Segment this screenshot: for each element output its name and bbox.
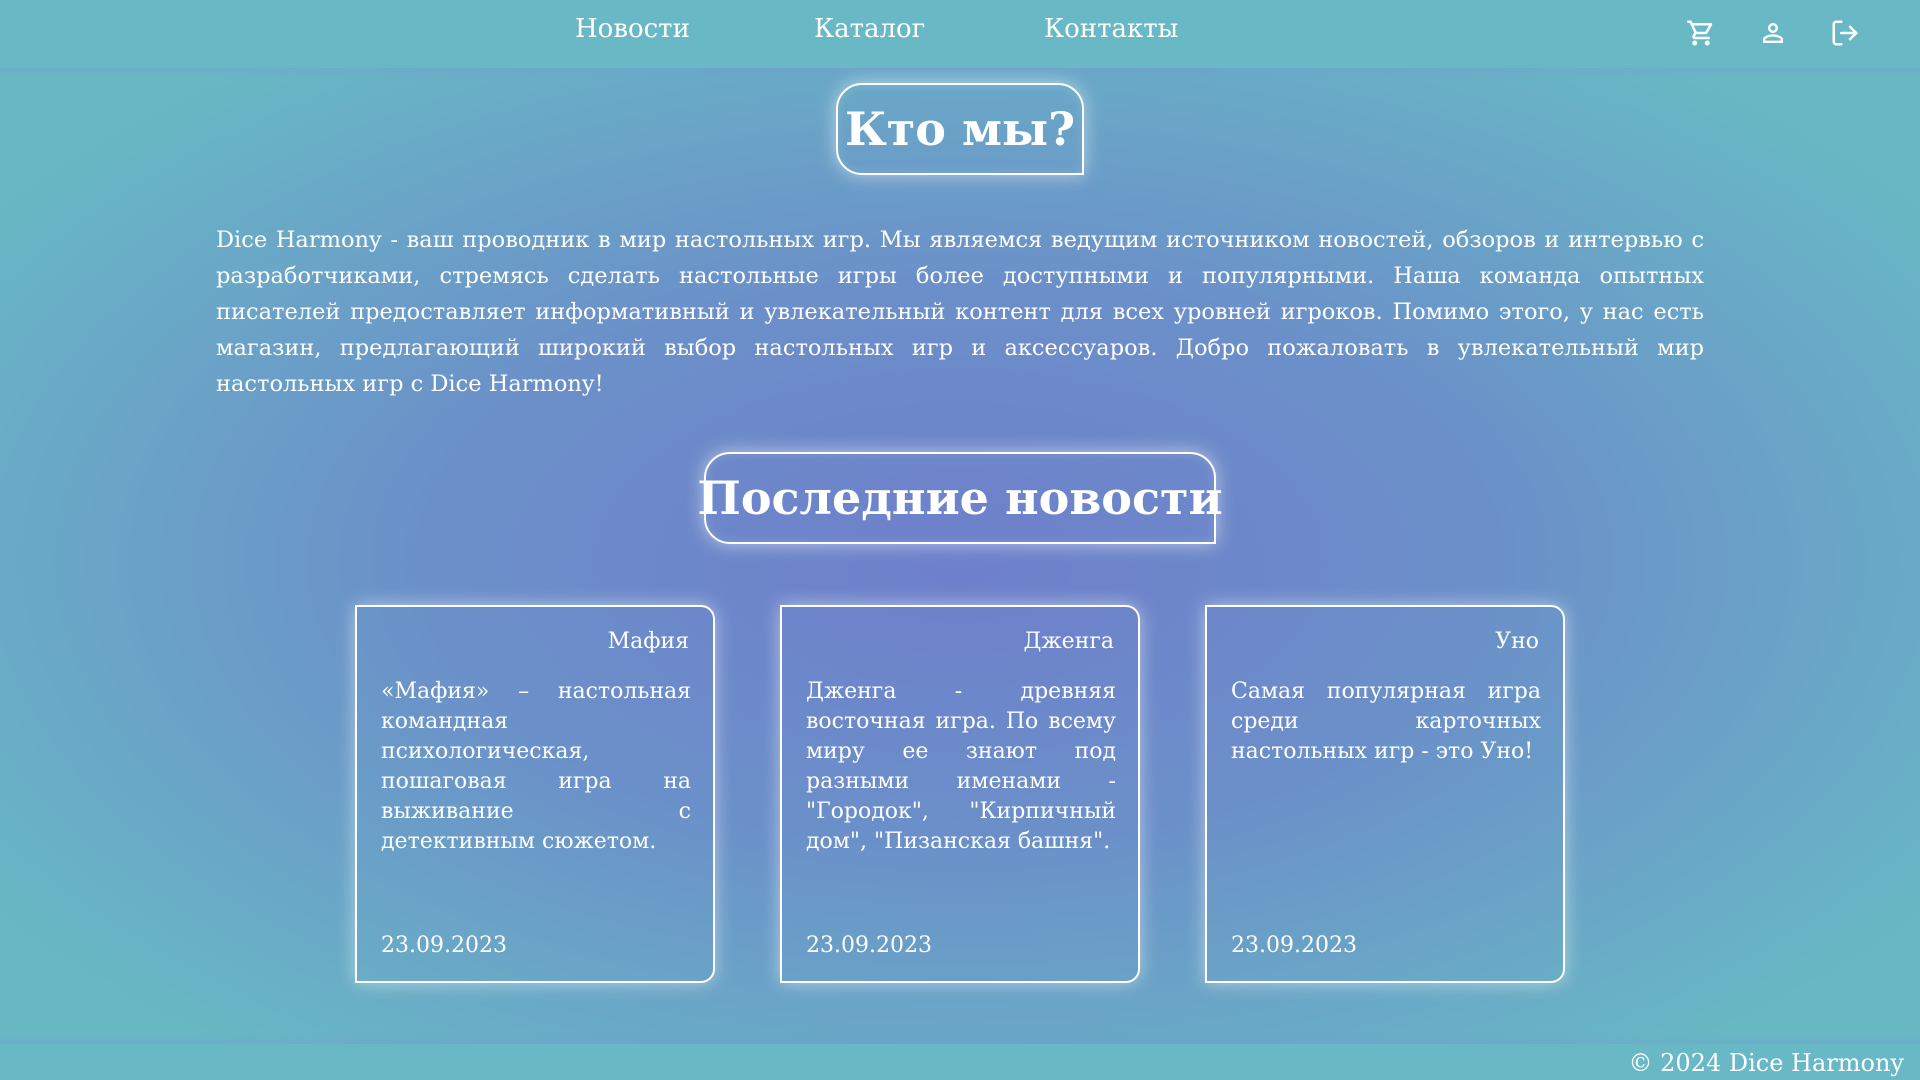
card-title: Уно (1495, 629, 1539, 654)
card-text: «Мафия» – настольная командная психологи… (381, 679, 691, 854)
cart-icon[interactable] (1686, 18, 1716, 48)
card-title: Мафия (607, 629, 689, 654)
logout-icon[interactable] (1830, 18, 1860, 48)
card-text: Дженга - древняя восточная игра. По всем… (806, 679, 1116, 854)
card-title: Дженга (1023, 629, 1114, 654)
news-card-mafia[interactable]: Мафия «Мафия» – настольная командная пси… (355, 605, 715, 983)
nav-link-contacts[interactable]: Контакты (1044, 14, 1178, 44)
about-title: Кто мы? (836, 83, 1084, 175)
news-card-jenga[interactable]: Дженга Дженга - древняя восточная игра. … (780, 605, 1140, 983)
nav-link-news[interactable]: Новости (575, 14, 690, 44)
card-text: Самая популярная игра среди карточных на… (1231, 679, 1541, 764)
news-title: Последние новости (697, 452, 1223, 544)
card-date: 23.09.2023 (806, 933, 932, 958)
copyright-text: © 2024 Dice Harmony (1628, 1049, 1904, 1077)
user-icon[interactable] (1758, 18, 1788, 48)
card-date: 23.09.2023 (381, 933, 507, 958)
about-text: Dice Harmony - ваш проводник в мир насто… (216, 227, 1704, 397)
nav-link-catalog[interactable]: Каталог (814, 14, 925, 44)
news-card-uno[interactable]: Уно Самая популярная игра среди карточны… (1205, 605, 1565, 983)
site-header: Новости Каталог Контакты (0, 0, 1920, 68)
site-footer: © 2024 Dice Harmony (0, 1044, 1920, 1080)
card-date: 23.09.2023 (1231, 933, 1357, 958)
